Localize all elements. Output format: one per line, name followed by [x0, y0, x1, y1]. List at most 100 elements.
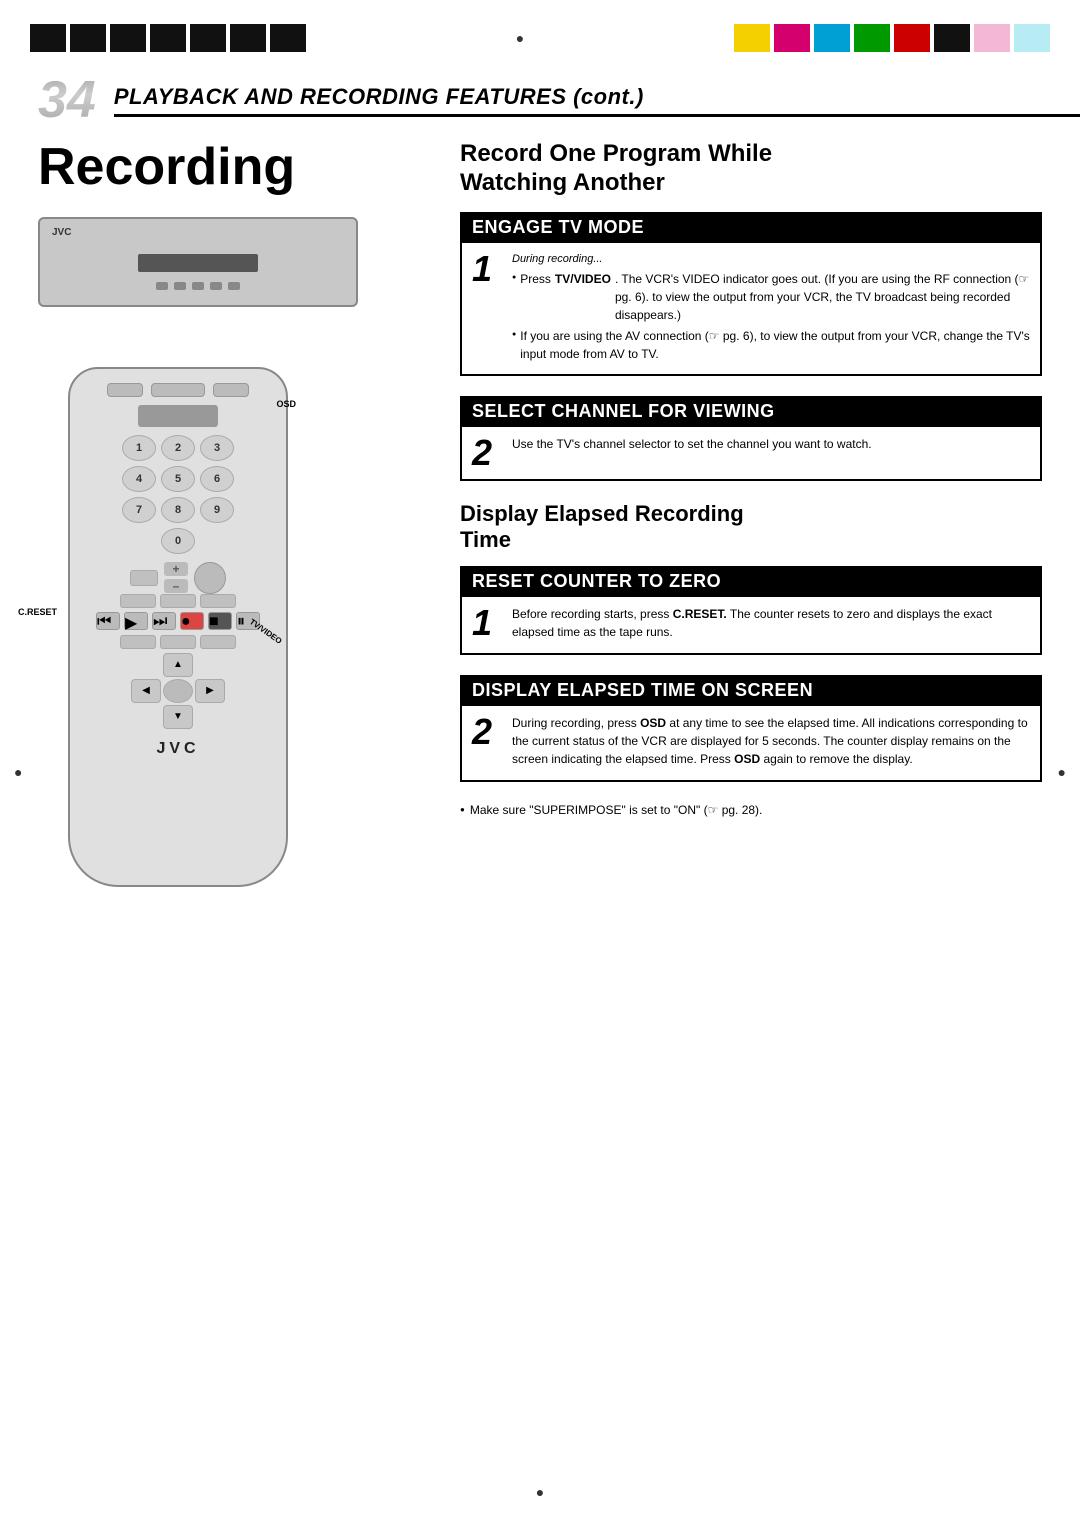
step-number-1: 1 — [472, 251, 502, 287]
remote-right-btn[interactable]: ▶ — [195, 679, 225, 703]
color-block-red — [894, 24, 930, 52]
remote-small-btn2[interactable] — [160, 594, 196, 608]
remote-side-buttons: + – — [80, 562, 276, 594]
vcr-device-image: JVC — [38, 217, 378, 327]
remote-num-5[interactable]: 5 — [161, 466, 195, 492]
vcr-btn2 — [174, 282, 186, 290]
top-bar — [0, 18, 1080, 58]
step-group-display-elapsed: DISPLAY ELAPSED TIME ON SCREEN 2 During … — [460, 675, 1042, 782]
remote-body: OSD C.RESET TV/VIDEO 1 2 3 — [68, 367, 288, 887]
tvvideo-label: TV/VIDEO — [247, 617, 283, 646]
center-dot — [306, 30, 734, 46]
step-header-engage-tv: ENGAGE TV MODE — [460, 212, 1042, 243]
vcr-btn1 — [156, 282, 168, 290]
vcr-buttons-row — [156, 282, 240, 290]
color-block-cyan — [814, 24, 850, 52]
remote-minus-btn[interactable]: – — [164, 579, 188, 593]
color-blocks-right — [734, 24, 1050, 52]
superimpose-note-text: Make sure "SUPERIMPOSE" is set to "ON" (… — [470, 802, 763, 819]
remote-num-0[interactable]: 0 — [161, 528, 195, 554]
color-block — [150, 24, 186, 52]
remote-circle-btn[interactable] — [194, 562, 226, 594]
remote-extra-btn3[interactable] — [200, 635, 236, 649]
step-header-select-channel-text: SELECT CHANNEL FOR VIEWING — [472, 401, 775, 422]
step-header-display-elapsed: DISPLAY ELAPSED TIME ON SCREEN — [460, 675, 1042, 706]
remote-jvc-brand: JVC — [156, 740, 199, 758]
remote-num-6[interactable]: 6 — [200, 466, 234, 492]
remote-play-btn[interactable]: ▶ — [124, 612, 148, 630]
step2-text: Use the TV's channel selector to set the… — [512, 435, 872, 453]
remote-down-btn[interactable]: ▼ — [163, 705, 193, 729]
remote-top-btn3 — [213, 383, 249, 397]
page-header: 34 PLAYBACK AND RECORDING FEATURES (cont… — [0, 72, 1080, 128]
step-header-select-channel: SELECT CHANNEL FOR VIEWING — [460, 396, 1042, 427]
section2-heading: Display Elapsed Recording Time — [460, 501, 1042, 554]
color-block — [30, 24, 66, 52]
vcr-brand: JVC — [52, 227, 71, 238]
remote-num-9[interactable]: 9 — [200, 497, 234, 523]
step4-text: During recording, press OSD at any time … — [512, 714, 1030, 768]
color-block — [70, 24, 106, 52]
color-block-pink — [974, 24, 1010, 52]
remote-num-8[interactable]: 8 — [161, 497, 195, 523]
color-block — [270, 24, 306, 52]
remote-num-3[interactable]: 3 — [200, 435, 234, 461]
remote-num-1[interactable]: 1 — [122, 435, 156, 461]
vcr-tape-slot — [138, 254, 258, 272]
step-number-3: 1 — [472, 605, 502, 641]
step-group-engage-tv: ENGAGE TV MODE 1 During recording... Pre… — [460, 212, 1042, 377]
vcr-btn3 — [192, 282, 204, 290]
remote-up-btn[interactable]: ▲ — [163, 653, 193, 677]
remote-small-btns — [120, 594, 236, 608]
step1-sub-label: During recording... — [512, 251, 1030, 268]
remote-ff-btn[interactable]: ⏭ — [152, 612, 176, 630]
remote-rewind-btn[interactable]: ⏮ — [96, 612, 120, 630]
step-number-4: 2 — [472, 714, 502, 750]
main-content: Recording JVC — [0, 140, 1080, 1528]
remote-display — [138, 405, 218, 427]
step-content-engage-tv: During recording... Press TV/VIDEO. The … — [512, 251, 1030, 367]
main-section-title: Recording — [38, 140, 430, 195]
remote-creset-btn[interactable] — [130, 570, 158, 586]
vcr-btn4 — [210, 282, 222, 290]
creset-label: C.RESET — [18, 607, 57, 617]
section2-heading-line2: Time — [460, 527, 511, 552]
section1-heading-line2: Watching Another — [460, 169, 665, 196]
step-block-select-channel: 2 Use the TV's channel selector to set t… — [460, 427, 1042, 481]
remote-plus-btn[interactable]: + — [164, 562, 188, 576]
step-block-engage-tv: 1 During recording... Press TV/VIDEO. Th… — [460, 243, 1042, 377]
remote-extra-btn1[interactable] — [120, 635, 156, 649]
arrow-empty3 — [131, 705, 161, 729]
step1-bullet2: If you are using the AV connection (☞ pg… — [512, 327, 1030, 363]
remote-top-buttons — [107, 383, 249, 397]
remote-small-btn1[interactable] — [120, 594, 156, 608]
color-block-magenta — [774, 24, 810, 52]
step-content-select-channel: Use the TV's channel selector to set the… — [512, 435, 872, 457]
color-block-light-blue — [1014, 24, 1050, 52]
vcr-inner: JVC — [52, 234, 344, 290]
remote-center-btn[interactable] — [163, 679, 193, 703]
arrow-empty4 — [195, 705, 225, 729]
remote-small-btn3[interactable] — [200, 594, 236, 608]
osd-label: OSD — [276, 399, 296, 409]
remote-record-btn[interactable]: ● — [180, 612, 204, 630]
remote-transport: ⏮ ▶ ⏭ ● ■ ⏸ — [96, 612, 260, 630]
remote-num-7[interactable]: 7 — [122, 497, 156, 523]
section1-heading-line1: Record One Program While — [460, 140, 772, 167]
step1-bullet1: Press TV/VIDEO. The VCR's VIDEO indicato… — [512, 270, 1030, 324]
remote-extra-btn2[interactable] — [160, 635, 196, 649]
remote-left-btn[interactable]: ◀ — [131, 679, 161, 703]
step-header-engage-tv-text: ENGAGE TV MODE — [472, 217, 644, 238]
remote-arrow-pad: ▲ ◀ ▶ ▼ — [131, 653, 225, 729]
step-content-reset-counter: Before recording starts, press C.RESET. … — [512, 605, 1030, 645]
remote-stop-btn[interactable]: ■ — [208, 612, 232, 630]
remote-more-btns — [120, 635, 236, 649]
step3-text: Before recording starts, press C.RESET. … — [512, 605, 1030, 641]
remote-control-image: OSD C.RESET TV/VIDEO 1 2 3 — [38, 367, 318, 887]
color-block-green — [854, 24, 890, 52]
remote-num-4[interactable]: 4 — [122, 466, 156, 492]
page-number: 34 — [38, 74, 96, 126]
step-header-reset-counter-text: RESET COUNTER TO ZERO — [472, 571, 721, 592]
remote-num-2[interactable]: 2 — [161, 435, 195, 461]
step-content-display-elapsed: During recording, press OSD at any time … — [512, 714, 1030, 772]
